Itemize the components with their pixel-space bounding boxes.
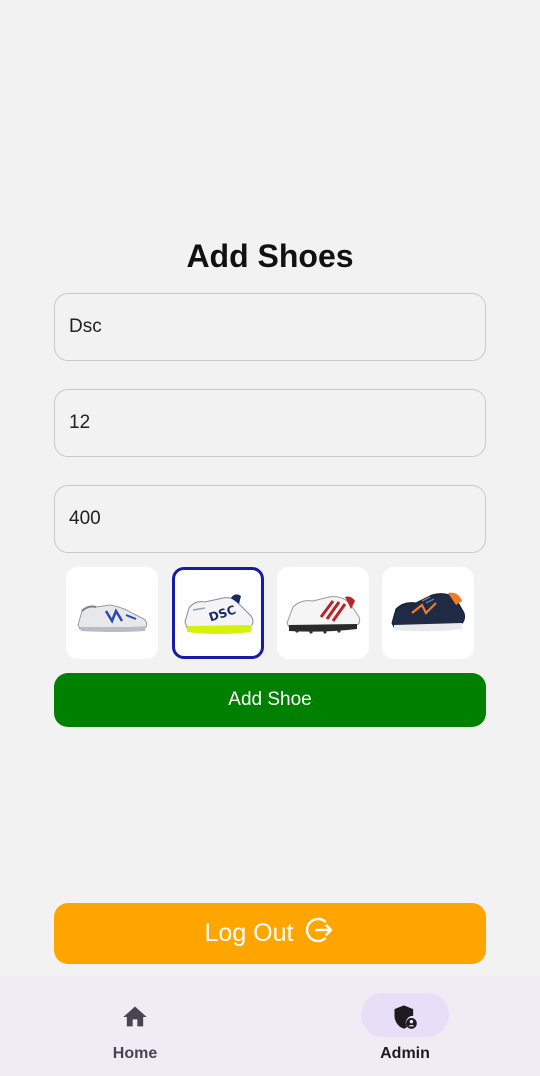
add-shoe-button[interactable]: Add Shoe	[54, 673, 486, 727]
adidas-red-shoe-image	[286, 596, 361, 634]
nav-item-admin[interactable]: Admin	[305, 976, 505, 1076]
navy-running-shoe-image	[391, 592, 465, 632]
nav-item-home[interactable]: Home	[35, 976, 235, 1076]
admin-shield-icon	[394, 1005, 417, 1029]
home-icon	[123, 1006, 147, 1027]
shoe-option-3[interactable]	[277, 567, 369, 659]
add-shoe-label: Add Shoe	[228, 689, 312, 710]
shoe-image-picker: DSC	[66, 567, 474, 659]
bottom-navigation: Home Admin	[0, 976, 540, 1076]
logout-icon	[305, 915, 335, 952]
nav-admin-label: Admin	[380, 1045, 430, 1062]
nav-home-label: Home	[112, 1045, 158, 1062]
shoe-name-field[interactable]	[54, 293, 486, 361]
logout-button[interactable]: Log Out	[54, 903, 486, 964]
page-title: Add Shoes	[186, 238, 354, 274]
new-balance-shoe-image	[77, 604, 148, 632]
shoe-option-1[interactable]	[66, 567, 158, 659]
shoe-price-field[interactable]	[54, 485, 486, 553]
shoe-option-2[interactable]: DSC	[172, 567, 264, 659]
logout-label: Log Out	[204, 919, 294, 947]
shoe-size-field[interactable]	[54, 389, 486, 457]
shoe-option-4[interactable]	[382, 567, 474, 659]
dsc-shoe-image: DSC	[184, 594, 254, 634]
